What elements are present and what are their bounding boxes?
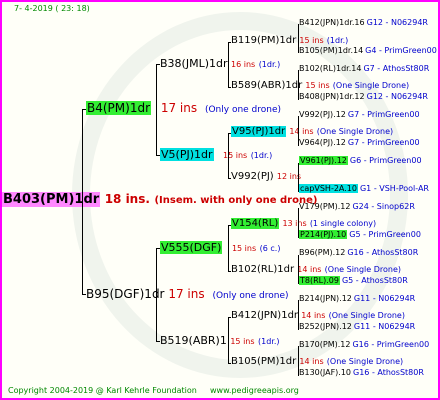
gen4-code: G7 - AthosSt80R bbox=[363, 64, 430, 73]
gen4-name: B412(JPN)1dr.16 bbox=[299, 18, 365, 27]
gen4-code: G24 - Sinop62R bbox=[352, 202, 415, 211]
gen2-node-1: V5(PJ)1dr 15 ins (1dr.) bbox=[160, 148, 273, 161]
gen4-node-8: V179(PM).12 G24 - Sinop62R bbox=[299, 203, 415, 211]
gen4-node-9: P214(PJ).10 G5 - PrimGreen00 bbox=[299, 230, 421, 239]
root-ins: 18 ins. bbox=[104, 192, 150, 206]
gen3-node-3: V992(PJ) 12 ins bbox=[231, 171, 302, 182]
gen4-name: B252(JPN).12 bbox=[299, 322, 352, 331]
gen4-node-1: B105(PM)1dr.14 G4 - PrimGreen00 bbox=[299, 47, 437, 55]
gen4-node-13: B252(JPN).12 G11 - N06294R bbox=[299, 323, 415, 331]
gen4-name: B214(JPN).12 bbox=[299, 294, 352, 303]
gen3-node-4: V154(RL) 13 ins (1 single colony) bbox=[231, 218, 377, 229]
gen4-node-7: capVSH-2A.10 G1 - VSH-Pool-AR bbox=[299, 184, 429, 193]
gen4-name: B408(JPN)1dr.12 bbox=[299, 92, 365, 101]
gen4-code: G5 - PrimGreen00 bbox=[349, 230, 421, 239]
gen4-code: G16 - PrimGreen00 bbox=[352, 340, 430, 349]
gen4-node-15: B130(JAF).10 G16 - AthosSt80R bbox=[299, 369, 424, 377]
gen4-name: V961(PJ).12 bbox=[299, 156, 348, 165]
gen4-name: B130(JAF).10 bbox=[299, 368, 352, 377]
gen4-code: G12 - N06294R bbox=[366, 18, 428, 27]
gen4-code: G11 - N06294R bbox=[353, 294, 416, 303]
gen2-node-3: B519(ABR)1 15 ins (1dr.) bbox=[160, 334, 280, 347]
gen3-node-6: B412(JPN)1dr 14 ins (One Single Drone) bbox=[231, 310, 405, 321]
gen4-name: B102(RL)1dr.14 bbox=[299, 64, 362, 73]
gen4-name: B170(PM).12 bbox=[299, 340, 351, 349]
root-name: B403(PM)1dr bbox=[2, 192, 101, 207]
sire-node: B4(PM)1dr 17 ins (Only one drone) bbox=[86, 101, 282, 115]
gen4-code: G11 - N06294R bbox=[353, 322, 416, 331]
gen4-code: G16 - AthosSt80R bbox=[347, 248, 419, 257]
gen4-code: G6 - PrimGreen00 bbox=[349, 156, 422, 165]
root-node: B403(PM)1dr 18 ins. (Insem. with only on… bbox=[2, 192, 318, 207]
gen4-name: V964(PJ).12 bbox=[299, 138, 346, 147]
gen4-name: capVSH-2A.10 bbox=[299, 184, 358, 193]
gen3-node-7: B105(PM)1dr 14 ins (One Single Drone) bbox=[231, 356, 404, 367]
gen4-name: V179(PM).12 bbox=[299, 202, 351, 211]
gen4-node-4: V992(PJ).12 G7 - PrimGreen00 bbox=[299, 111, 420, 119]
gen4-node-0: B412(JPN)1dr.16 G12 - N06294R bbox=[299, 19, 428, 27]
gen4-name: B105(PM)1dr.14 bbox=[299, 46, 364, 55]
gen4-node-2: B102(RL)1dr.14 G7 - AthosSt80R bbox=[299, 65, 429, 73]
pedigree-chart: 7- 4-2019 ( 23: 18) B403(PM)1dr 18 ins. … bbox=[0, 0, 440, 400]
date-header: 7- 4-2019 ( 23: 18) bbox=[14, 4, 90, 13]
gen4-name: P214(PJ).10 bbox=[299, 230, 348, 239]
gen3-node-0: B119(PM)1dr 15 ins (1dr.) bbox=[231, 35, 349, 46]
gen4-name: T8(RL).09 bbox=[299, 276, 340, 285]
footer-url: www.pedigreeapis.org bbox=[210, 386, 299, 395]
gen3-node-2: V95(PJ)1dr 14 ins (One Single Drone) bbox=[231, 126, 394, 137]
gen4-node-14: B170(PM).12 G16 - PrimGreen00 bbox=[299, 341, 429, 349]
gen4-node-12: B214(JPN).12 G11 - N06294R bbox=[299, 295, 415, 303]
gen4-code: G16 - AthosSt80R bbox=[353, 368, 424, 377]
gen4-name: V992(PJ).12 bbox=[299, 110, 346, 119]
gen4-code: G7 - PrimGreen00 bbox=[347, 138, 420, 147]
gen4-node-10: B96(PM).12 G16 - AthosSt80R bbox=[299, 249, 418, 257]
gen4-code: G7 - PrimGreen00 bbox=[347, 110, 420, 119]
gen3-node-1: B589(ABR)1dr 15 ins (One Single Drone) bbox=[231, 80, 410, 91]
gen4-node-11: T8(RL).09 G5 - AthosSt80R bbox=[299, 276, 408, 285]
footer-copyright: Copyright 2004-2019 @ Karl Kehrle Founda… bbox=[8, 386, 197, 395]
gen4-code: G12 - N06294R bbox=[366, 92, 428, 101]
gen2-node-2: V555(DGF) 15 ins (6 c.) bbox=[160, 241, 281, 254]
gen4-node-3: B408(JPN)1dr.12 G12 - N06294R bbox=[299, 93, 428, 101]
gen4-node-6: V961(PJ).12 G6 - PrimGreen00 bbox=[299, 156, 422, 165]
gen4-node-5: V964(PJ).12 G7 - PrimGreen00 bbox=[299, 139, 420, 147]
gen4-code: G4 - PrimGreen00 bbox=[365, 46, 437, 55]
gen2-node-0: B38(JML)1dr 16 ins (1dr.) bbox=[160, 57, 281, 70]
gen4-name: B96(PM).12 bbox=[299, 248, 346, 257]
gen3-node-5: B102(RL)1dr 14 ins (One Single Drone) bbox=[231, 264, 402, 275]
root-note: (Insem. with only one drone) bbox=[154, 195, 318, 206]
gen4-code: G5 - AthosSt80R bbox=[341, 276, 408, 285]
gen4-code: G1 - VSH-Pool-AR bbox=[359, 184, 429, 193]
dam-node: B95(DGF)1dr 17 ins (Only one drone) bbox=[86, 287, 289, 301]
